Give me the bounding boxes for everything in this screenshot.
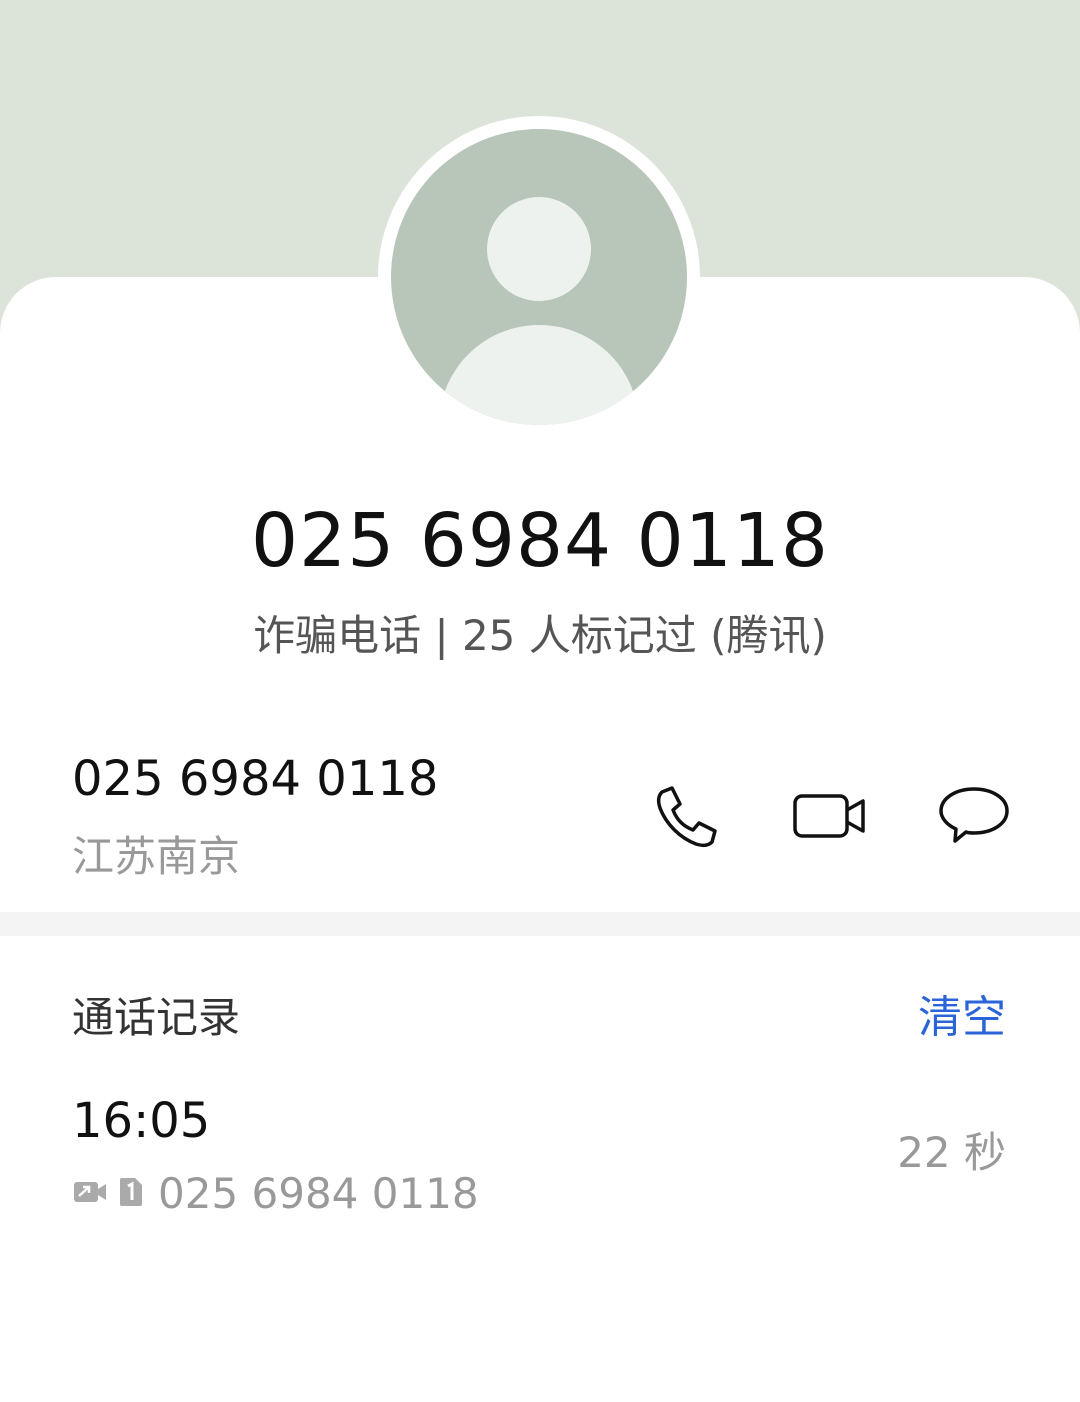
video-call-button[interactable] <box>790 776 870 856</box>
number-row-location: 江苏南京 <box>72 832 241 881</box>
spam-tag-label: 诈骗电话 | 25 人标记过 (腾讯) <box>253 611 827 660</box>
clear-call-log-button[interactable]: 清空 <box>918 988 1006 1048</box>
call-log-title: 通话记录 <box>72 993 241 1042</box>
section-divider <box>0 912 1080 936</box>
phone-icon <box>656 786 717 848</box>
page-title-phone-number: 025 6984 0118 <box>251 498 829 584</box>
video-call-small-icon <box>72 1178 108 1210</box>
call-log-entry-duration: 22 秒 <box>897 1128 1006 1177</box>
message-icon <box>939 787 1009 843</box>
call-log-entry-number: 025 6984 0118 <box>158 1169 479 1218</box>
call-log-entry-details: 025 6984 0118 <box>72 1166 479 1222</box>
avatar-body-shape <box>439 325 639 425</box>
number-row-number[interactable]: 025 6984 0118 <box>72 748 438 810</box>
contact-detail-screen: 025 6984 0118 诈骗电话 | 25 人标记过 (腾讯) 025 69… <box>0 0 1080 1402</box>
sim-1-icon <box>118 1176 144 1212</box>
avatar-head-shape <box>487 197 591 301</box>
call-log-entry-time: 16:05 <box>72 1093 211 1149</box>
call-button[interactable] <box>646 776 726 856</box>
avatar <box>391 129 687 425</box>
message-button[interactable] <box>934 776 1014 856</box>
video-call-icon <box>793 794 865 838</box>
